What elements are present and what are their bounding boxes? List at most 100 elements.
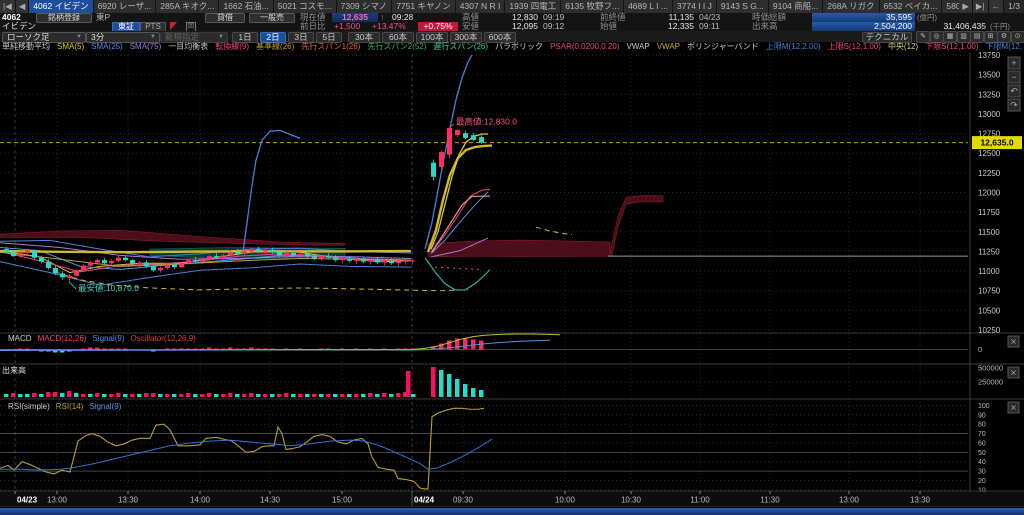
price-axis-label: 11000 bbox=[978, 267, 1000, 276]
volume-bar bbox=[375, 394, 380, 397]
news-flag-icon[interactable] bbox=[170, 22, 177, 30]
legend-item-11: PSAR(0.0200,0.20) bbox=[550, 42, 619, 51]
ticker-next-button[interactable]: ▶ bbox=[959, 0, 973, 13]
undo-button[interactable]: ↶ bbox=[1008, 85, 1020, 97]
macd-histogram-bar bbox=[88, 348, 93, 350]
macd-close-button[interactable]: ✕ bbox=[1008, 336, 1019, 347]
candle-body bbox=[74, 270, 79, 276]
indicator-legend: 単純移動平均SMA(5)SMA(25)SMA(75)一目均衡表転換線(9)基準線… bbox=[2, 42, 1022, 52]
legend-item-14: ボリンジャーバンド bbox=[687, 42, 759, 51]
candle-body bbox=[277, 252, 282, 255]
candle-body bbox=[368, 260, 373, 262]
candle-body bbox=[151, 266, 156, 270]
volume-bar bbox=[88, 394, 93, 397]
candle-body bbox=[95, 260, 100, 262]
legend-item-13: VWAP bbox=[657, 42, 680, 51]
ticker-tab-2[interactable]: 285A キオク... bbox=[156, 0, 219, 13]
volume-bar bbox=[411, 394, 416, 397]
price-axis-label: 10500 bbox=[978, 306, 1001, 315]
volume-bar bbox=[242, 394, 247, 397]
open-label: 始値 bbox=[600, 22, 617, 31]
ticker-last-button[interactable]: ▶| bbox=[973, 0, 989, 13]
ticker-tab-14[interactable]: 268A リガク bbox=[823, 0, 879, 13]
volume-bar bbox=[67, 391, 72, 397]
candle-body bbox=[228, 252, 233, 255]
candle-body bbox=[439, 152, 444, 167]
candle-body bbox=[179, 263, 184, 267]
volume-bar bbox=[53, 392, 58, 397]
time-axis-label: 15:00 bbox=[332, 496, 353, 505]
volume-bar bbox=[291, 394, 296, 397]
volume-bar bbox=[221, 394, 226, 397]
ticker-tab-16[interactable]: 5801 古河... bbox=[942, 0, 959, 13]
macd-histogram-bar bbox=[18, 349, 23, 350]
candle-body bbox=[25, 251, 30, 253]
candle-body bbox=[312, 256, 317, 258]
candle-body bbox=[249, 249, 254, 251]
candle-body bbox=[32, 251, 37, 258]
zoom-out-button[interactable]: − bbox=[1008, 71, 1020, 83]
legend-item-4: 一目均衡表 bbox=[168, 42, 208, 51]
time-axis-label: 13:00 bbox=[47, 496, 68, 505]
volume-bar bbox=[256, 394, 261, 397]
macd-histogram-bar bbox=[207, 348, 212, 350]
volume-bar bbox=[228, 393, 233, 397]
candle-body bbox=[193, 260, 198, 262]
macd-histogram-bar bbox=[179, 349, 184, 350]
candle-body bbox=[11, 252, 16, 256]
redo-button[interactable]: ↷ bbox=[1008, 99, 1020, 111]
candle-body bbox=[347, 259, 352, 261]
chart-toolbar: ローソク足▼ 3分▼ 新規指定▼ テクニカル 1日2日3日5日30本60本100… bbox=[0, 31, 1024, 42]
volume-bar bbox=[382, 393, 387, 397]
legend-item-19: 下限M(12,2.00) bbox=[986, 42, 1022, 51]
candle-body bbox=[60, 273, 65, 277]
price-axis-label: 12000 bbox=[978, 189, 1001, 198]
ticker-back-button[interactable]: ← bbox=[989, 0, 1005, 13]
volume-close-button[interactable]: ✕ bbox=[1008, 367, 1019, 378]
candle-body bbox=[319, 256, 324, 258]
rsi-close-button[interactable]: ✕ bbox=[1008, 402, 1019, 413]
legend-item-0: 単純移動平均 bbox=[2, 42, 50, 51]
macd-axis-label: 0 bbox=[978, 345, 982, 354]
volume-bar bbox=[396, 393, 401, 397]
low-time: 09:12 bbox=[543, 22, 564, 31]
volume-bar bbox=[25, 394, 30, 397]
volume-bar bbox=[284, 393, 289, 397]
volume-bar bbox=[354, 394, 359, 397]
change-label: 前日比 bbox=[300, 22, 326, 31]
volume-bar bbox=[389, 394, 394, 397]
candle-body bbox=[102, 260, 107, 263]
candle-body bbox=[333, 258, 338, 260]
candle-body bbox=[291, 253, 296, 255]
macd-histogram-bar bbox=[479, 341, 484, 350]
volume-bar bbox=[214, 394, 219, 397]
price-axis-label: 13000 bbox=[978, 110, 1001, 119]
stock-name: イビデン bbox=[2, 22, 36, 31]
candle-body bbox=[305, 254, 310, 256]
ichimoku-cloud-projection bbox=[428, 240, 610, 257]
zoom-in-button[interactable]: + bbox=[1008, 57, 1020, 69]
chevron-down-icon: ▼ bbox=[150, 33, 156, 42]
volume-bar bbox=[102, 394, 107, 397]
candle-body bbox=[81, 266, 86, 271]
candle-body bbox=[270, 250, 275, 252]
panel-legend: RSI(simple)RSI(14)Signal(9) bbox=[8, 402, 122, 411]
volume-bar bbox=[277, 394, 282, 397]
candle-body bbox=[144, 262, 149, 266]
price-axis-label: 13750 bbox=[978, 52, 1001, 60]
candle-body bbox=[123, 258, 128, 260]
ticker-tab-10[interactable]: 4689 L I ... bbox=[624, 0, 673, 13]
low-label: 安値 bbox=[462, 22, 479, 31]
candle-body bbox=[165, 265, 170, 268]
ticker-tab-3[interactable]: 1662 石油... bbox=[219, 0, 273, 13]
candle-body bbox=[207, 256, 212, 259]
legend-item-17: 中央(12) bbox=[888, 42, 918, 51]
candle-body bbox=[46, 262, 51, 268]
price-axis-label: 11750 bbox=[978, 208, 1000, 217]
volume-bar bbox=[193, 394, 198, 397]
ticker-tab-0[interactable]: 4062 イビデン bbox=[29, 0, 93, 13]
chevron-down-icon: ▼ bbox=[76, 33, 82, 42]
volume-value: 2,504,200 bbox=[812, 22, 915, 31]
interval-value: 3分 bbox=[91, 32, 104, 42]
time-axis-label: 14:30 bbox=[260, 496, 281, 505]
